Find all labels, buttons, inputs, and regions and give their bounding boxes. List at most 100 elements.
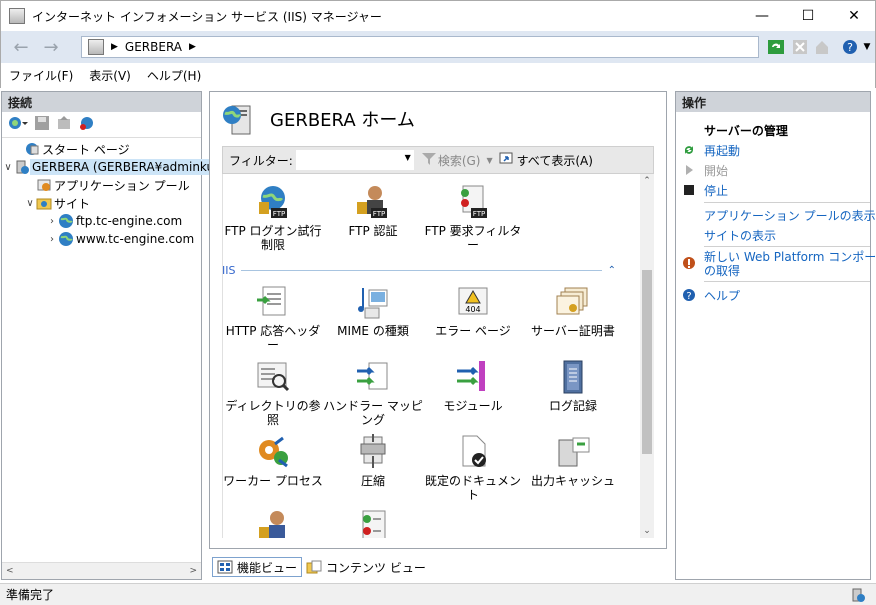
menu-help[interactable]: ヘルプ(H) [139,67,209,84]
feature-label: ハンドラー マッピング [323,399,423,427]
tree-label-site1: ftp.tc-engine.com [76,214,183,228]
ftp-filter-icon: FTP [455,184,491,220]
feature-ftp-logon[interactable]: FTP FTP ログオン試行制限 [223,184,323,252]
save-icon[interactable] [34,115,50,134]
breadcrumb-server[interactable]: GERBERA [125,40,182,54]
menu-view[interactable]: 表示(V) [81,67,139,84]
chevron-down-icon[interactable]: ∨ [24,198,36,209]
feature-http-headers[interactable]: HTTP 応答ヘッダー [223,284,323,352]
feature-grid: FTP FTP ログオン試行制限 FTP FTP 認証 FTP FTP 要求フィ… [222,174,640,538]
action-view-sites[interactable]: サイトの表示 [704,227,776,244]
logging-icon [555,359,591,395]
chevron-right-icon[interactable]: › [46,216,58,227]
tab-content-view[interactable]: コンテンツ ビュー [302,557,430,577]
output-cache-icon [555,434,591,470]
sites-folder-icon [36,198,52,210]
back-button[interactable]: ← [9,36,33,58]
feature-label: 既定のドキュメント [424,474,521,502]
group-divider [241,269,602,271]
action-start[interactable]: 開始 [686,162,728,179]
feature-label: ログ記録 [548,399,597,413]
help-icon: ? [683,289,695,302]
feature-partial-2[interactable] [323,509,423,538]
tree-item-site-www[interactable]: › www.tc-engine.com [46,230,196,248]
breadcrumb-separator-icon: ▶ [111,42,118,52]
feature-ftp-filter[interactable]: FTP FTP 要求フィルター [423,184,523,252]
content-view-icon [306,560,322,574]
feature-logging[interactable]: ログ記録 [523,359,623,413]
globe-icon [59,232,73,246]
feature-dir-browse[interactable]: ディレクトリの参照 [223,359,323,427]
close-button[interactable]: ✕ [831,1,876,31]
status-server-icon [852,588,865,602]
feature-partial-1[interactable] [223,509,323,538]
chevron-down-icon[interactable]: ∨ [2,162,14,173]
chevron-up-icon[interactable]: ⌃ [608,265,616,276]
separator [704,246,870,247]
up-icon[interactable] [56,115,72,134]
action-help[interactable]: ? ヘルプ [683,287,741,304]
feature-label: エラー ページ [435,324,511,338]
feature-output-cache[interactable]: 出力キャッシュ [523,434,623,488]
tree-item-app-pools[interactable]: アプリケーション プール [24,176,192,194]
feature-modules[interactable]: モジュール [423,359,523,413]
home-icon[interactable] [813,38,831,56]
scroll-down-icon[interactable]: ⌄ [640,526,654,536]
feature-ftp-auth[interactable]: FTP FTP 認証 [323,184,423,238]
filter-input[interactable]: ▼ [295,150,414,170]
help-dropdown-icon[interactable]: ▼ [858,38,876,56]
worker-process-icon [255,434,291,470]
directory-browsing-icon [255,359,291,395]
search-dropdown-icon[interactable]: ▼ [486,156,492,165]
action-view-app-pools[interactable]: アプリケーション プールの表示 [704,207,876,224]
search-button[interactable]: 検索(G) [438,152,481,169]
tab-features-view[interactable]: 機能ビュー [212,557,303,577]
tree-item-sites[interactable]: ∨ サイト [24,194,92,212]
scrollbar-thumb[interactable] [642,270,652,454]
status-text: 準備完了 [6,588,55,602]
menu-bar: ファイル(F) 表示(V) ヘルプ(H) [0,63,876,88]
feature-compression[interactable]: 圧縮 [323,434,423,488]
start-icon [686,165,693,175]
mime-types-icon [355,284,391,320]
action-web-platform[interactable]: 新しい Web Platform コンポーネント の取得 [683,250,876,278]
app-pool-icon [37,179,51,191]
menu-file[interactable]: ファイル(F) [1,67,81,84]
feature-default-doc[interactable]: 既定のドキュメント [423,434,523,502]
tree-item-server[interactable]: ∨ GERBERA (GERBERA¥adminku [2,158,217,176]
feature-mime[interactable]: MIME の種類 [323,284,423,338]
forward-button[interactable]: → [39,36,63,58]
scroll-right-icon[interactable]: > [189,566,197,576]
feature-worker[interactable]: ワーカー プロセス [223,434,323,488]
horizontal-scrollbar[interactable]: < > [2,562,201,579]
show-all-button[interactable]: すべて表示(A) [517,152,593,169]
action-restart[interactable]: 再起動 [685,142,740,159]
section-server-management: サーバーの管理 [704,124,788,138]
scroll-left-icon[interactable]: < [6,566,14,576]
feature-label: FTP ログオン試行制限 [224,224,322,252]
feature-error-pages[interactable]: 404 エラー ページ [423,284,523,338]
minimize-button[interactable]: — [739,1,785,31]
feature-label: ディレクトリの参照 [225,399,321,427]
feature-handler[interactable]: ハンドラー マッピング [323,359,423,427]
action-stop[interactable]: 停止 [684,182,728,199]
feature-server-cert[interactable]: サーバー証明書 [523,284,623,338]
address-field[interactable]: ▶ GERBERA ▶ [81,36,759,58]
chevron-right-icon[interactable]: › [46,234,58,245]
stop-icon[interactable] [791,38,809,56]
breadcrumb-chevron-icon[interactable]: ▶ [189,42,196,52]
group-header-iis[interactable]: IIS ⌃ [222,262,616,278]
scroll-up-icon[interactable]: ⌃ [640,176,654,186]
connect-icon[interactable] [8,115,28,134]
filter-dropdown-icon[interactable]: ▼ [405,153,411,162]
action-label: ヘルプ [704,289,741,303]
window-title: インターネット インフォメーション サービス (IIS) マネージャー [32,9,382,24]
tree-item-site-ftp[interactable]: › ftp.tc-engine.com [46,212,184,230]
tree-item-start-page[interactable]: スタート ページ [12,140,132,158]
vertical-scrollbar[interactable]: ⌃ ⌄ [640,174,654,538]
disconnect-icon[interactable] [78,115,96,134]
help-icon[interactable]: ? [841,38,859,56]
globe-icon [59,214,73,228]
refresh-icon[interactable] [767,38,785,56]
maximize-button[interactable]: ☐ [785,1,831,31]
